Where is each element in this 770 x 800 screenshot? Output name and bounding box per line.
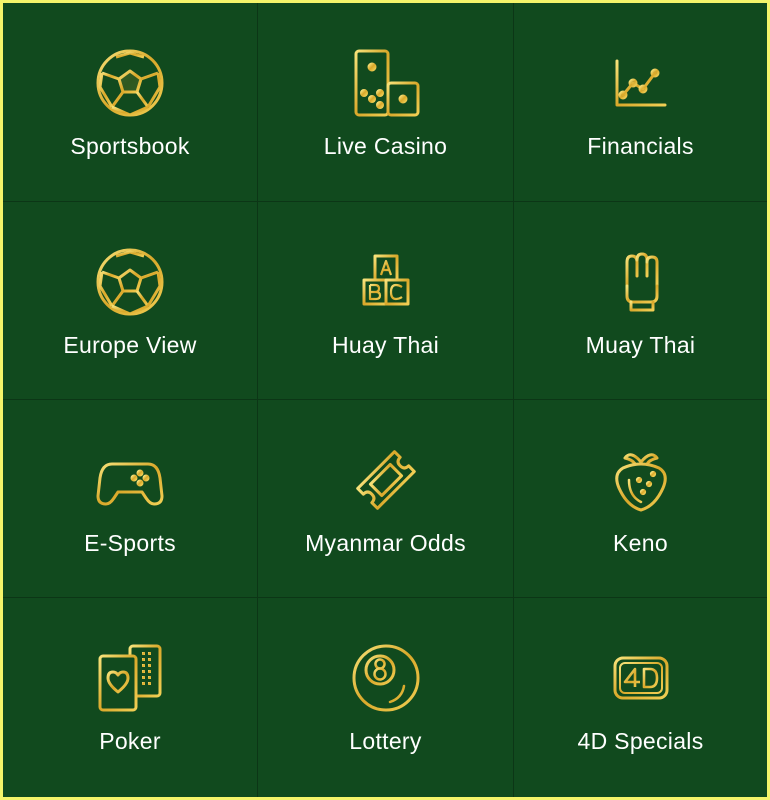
- menu-item-label: Lottery: [349, 728, 422, 754]
- menu-item-e-sports[interactable]: E-Sports: [3, 400, 258, 598]
- soccer-ball-icon: [94, 246, 166, 318]
- menu-item-label: Live Casino: [323, 133, 448, 159]
- menu-item-label: Huay Thai: [331, 332, 440, 358]
- ticket-icon: [350, 444, 422, 516]
- menu-item-keno[interactable]: Keno: [514, 400, 767, 598]
- menu-item-label: Financials: [587, 133, 694, 159]
- eight-ball-icon: [350, 642, 422, 714]
- menu-item-sportsbook[interactable]: Sportsbook: [3, 3, 258, 202]
- soccer-ball-icon: [94, 47, 166, 119]
- menu-item-europe-view[interactable]: Europe View: [3, 202, 258, 400]
- menu-item-lottery[interactable]: Lottery: [258, 598, 514, 797]
- menu-item-label: Sportsbook: [70, 133, 190, 159]
- menu-item-label: E-Sports: [84, 530, 176, 556]
- menu-item-label: Muay Thai: [585, 332, 696, 358]
- boxing-glove-icon: [605, 246, 677, 318]
- menu-item-poker[interactable]: Poker: [3, 598, 258, 797]
- menu-item-label: 4D Specials: [577, 728, 704, 754]
- menu-item-myanmar-odds[interactable]: Myanmar Odds: [258, 400, 514, 598]
- game-menu-grid: Sportsbook Live Casino Financials Europe…: [3, 3, 767, 797]
- menu-item-live-casino[interactable]: Live Casino: [258, 3, 514, 202]
- game-menu-panel: Sportsbook Live Casino Financials Europe…: [3, 3, 767, 797]
- line-chart-icon: [605, 47, 677, 119]
- menu-item-financials[interactable]: Financials: [514, 3, 767, 202]
- menu-item-muay-thai[interactable]: Muay Thai: [514, 202, 767, 400]
- domino-icon: [350, 47, 422, 119]
- menu-item-label: Myanmar Odds: [305, 530, 466, 556]
- gamepad-icon: [94, 444, 166, 516]
- abc-blocks-icon: [350, 246, 422, 318]
- menu-item-label: Europe View: [63, 332, 197, 358]
- menu-item-label: Poker: [99, 728, 161, 754]
- playing-cards-icon: [94, 642, 166, 714]
- menu-item-4d-specials[interactable]: 4D Specials: [514, 598, 767, 797]
- 4d-badge-icon: [605, 642, 677, 714]
- strawberry-icon: [605, 444, 677, 516]
- menu-item-label: Keno: [613, 530, 668, 556]
- menu-item-huay-thai[interactable]: Huay Thai: [258, 202, 514, 400]
